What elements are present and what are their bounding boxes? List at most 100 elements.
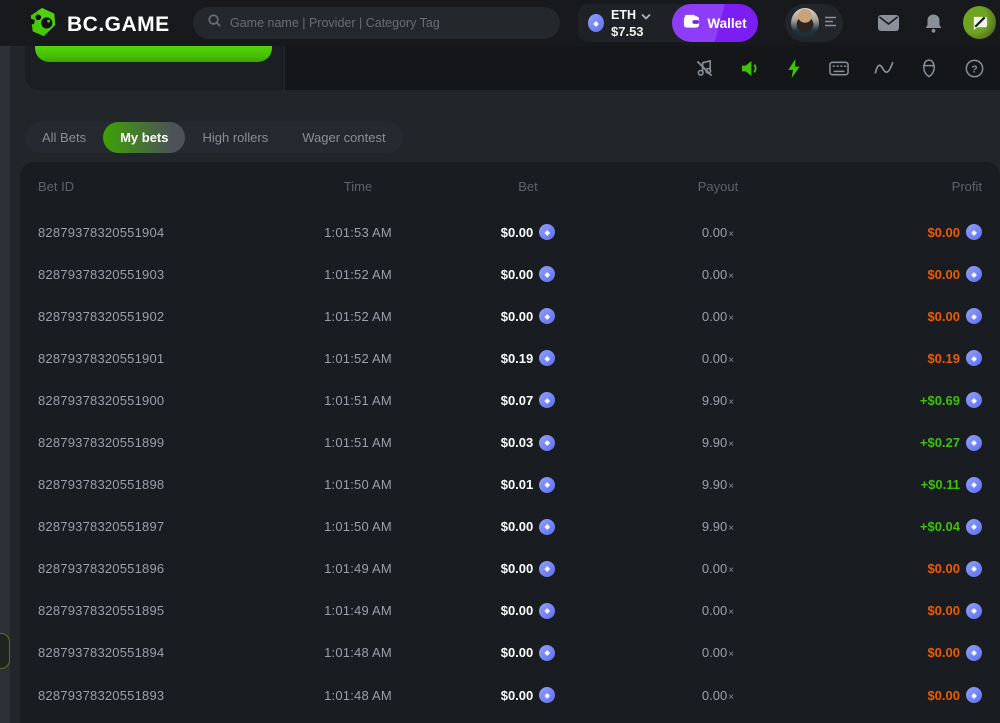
bet-id: 82879378320551897 [38,519,278,534]
search-input[interactable] [230,16,546,30]
eth-coin-icon [966,645,982,661]
table-row[interactable]: 82879378320551904 1:01:53 AM $0.00 0.00×… [20,211,1000,253]
multiplier-sign: × [728,607,734,618]
user-menu[interactable] [785,4,843,42]
eth-coin-icon [539,266,555,282]
bets-tabs: All Bets My bets High rollers Wager cont… [25,122,403,153]
bet-id: 82879378320551898 [38,477,278,492]
wallet-button[interactable]: Wallet [672,4,758,42]
help-icon[interactable]: ? [964,58,984,78]
bet-payout: 9.90× [618,393,818,408]
eth-coin-icon [966,392,982,408]
table-row[interactable]: 82879378320551898 1:01:50 AM $0.01 9.90×… [20,464,1000,506]
col-bet-id: Bet ID [38,179,278,194]
game-panel: ? [25,46,1000,90]
bet-id: 82879378320551904 [38,225,278,240]
bet-amount: $0.00 [438,266,618,282]
edge-chip-cutoff[interactable] [0,633,10,669]
eth-coin-icon [966,477,982,493]
bet-time: 1:01:52 AM [278,351,438,366]
bet-profit: +$0.04 [818,519,982,535]
menu-lines-icon [824,14,837,32]
bet-amount: $0.00 [438,224,618,240]
eth-coin-icon [966,350,982,366]
bet-payout: 9.90× [618,477,818,492]
multiplier-sign: × [728,229,734,240]
eth-coin-icon [966,308,982,324]
bet-amount: $0.00 [438,687,618,703]
bet-payout: 0.00× [618,225,818,240]
bet-payout: 0.00× [618,688,818,703]
brand-logo[interactable]: BC.GAME [28,7,170,42]
sound-icon[interactable] [739,58,759,78]
table-row[interactable]: 82879378320551900 1:01:51 AM $0.07 9.90×… [20,379,1000,421]
hotkeys-icon[interactable] [829,58,849,78]
live-stats-icon[interactable] [874,58,894,78]
bet-time: 1:01:53 AM [278,225,438,240]
eth-coin-icon [539,392,555,408]
balance-amount: $7.53 [611,25,651,39]
bet-amount: $0.00 [438,519,618,535]
eth-coin-icon [539,350,555,366]
eth-coin-icon [966,266,982,282]
table-row[interactable]: 82879378320551899 1:01:51 AM $0.03 9.90×… [20,421,1000,463]
bell-icon[interactable] [922,13,944,33]
tab-my-bets[interactable]: My bets [103,122,185,153]
bet-time: 1:01:49 AM [278,603,438,618]
bet-profit: $0.00 [818,266,982,282]
multiplier-sign: × [728,649,734,660]
music-off-icon[interactable] [694,58,714,78]
bet-payout: 9.90× [618,435,818,450]
eth-coin-icon [539,477,555,493]
bet-time: 1:01:51 AM [278,393,438,408]
wallet-icon [683,14,700,32]
table-row[interactable]: 82879378320551903 1:01:52 AM $0.00 0.00×… [20,253,1000,295]
bcgame-logo-icon [28,7,58,42]
table-body: 82879378320551904 1:01:53 AM $0.00 0.00×… [20,211,1000,716]
table-row[interactable]: 82879378320551894 1:01:48 AM $0.00 0.00×… [20,632,1000,674]
bet-payout: 9.90× [618,519,818,534]
bet-time: 1:01:51 AM [278,435,438,450]
bet-profit: $0.00 [818,308,982,324]
table-row[interactable]: 82879378320551901 1:01:52 AM $0.19 0.00×… [20,337,1000,379]
bet-id: 82879378320551899 [38,435,278,450]
bet-id: 82879378320551893 [38,688,278,703]
table-row[interactable]: 82879378320551893 1:01:48 AM $0.00 0.00×… [20,674,1000,716]
eth-coin-icon [539,603,555,619]
chat-icon[interactable] [963,6,996,39]
tab-all-bets[interactable]: All Bets [25,122,103,153]
bet-amount: $0.07 [438,392,618,408]
turbo-icon[interactable] [784,58,804,78]
brand-name: BC.GAME [67,13,170,37]
bet-button-cutoff[interactable] [35,46,272,62]
mail-icon[interactable] [877,13,899,33]
table-row[interactable]: 82879378320551897 1:01:50 AM $0.00 9.90×… [20,506,1000,548]
bet-amount: $0.00 [438,603,618,619]
bet-payout: 0.00× [618,561,818,576]
eth-coin-icon [966,224,982,240]
bet-id: 82879378320551896 [38,561,278,576]
table-row[interactable]: 82879378320551896 1:01:49 AM $0.00 0.00×… [20,548,1000,590]
eth-coin-icon [539,308,555,324]
col-payout: Payout [618,179,818,194]
bet-id: 82879378320551901 [38,351,278,366]
multiplier-sign: × [728,313,734,324]
top-header: BC.GAME ETH $7. [0,0,1000,46]
bet-id: 82879378320551900 [38,393,278,408]
bet-profit: $0.00 [818,603,982,619]
multiplier-sign: × [728,439,734,450]
tab-high-rollers[interactable]: High rollers [185,122,285,153]
tab-wager-contest[interactable]: Wager contest [285,122,402,153]
bet-profit: +$0.11 [818,477,982,493]
seed-icon[interactable] [919,58,939,78]
eth-coin-icon [539,435,555,451]
table-row[interactable]: 82879378320551902 1:01:52 AM $0.00 0.00×… [20,295,1000,337]
bet-profit: $0.00 [818,224,982,240]
search-icon [207,13,222,33]
table-header: Bet ID Time Bet Payout Profit [20,162,1000,211]
sidebar-edge [0,46,10,723]
table-row[interactable]: 82879378320551895 1:01:49 AM $0.00 0.00×… [20,590,1000,632]
bet-profit: +$0.27 [818,435,982,451]
bet-profit: $0.00 [818,645,982,661]
eth-coin-icon [539,645,555,661]
